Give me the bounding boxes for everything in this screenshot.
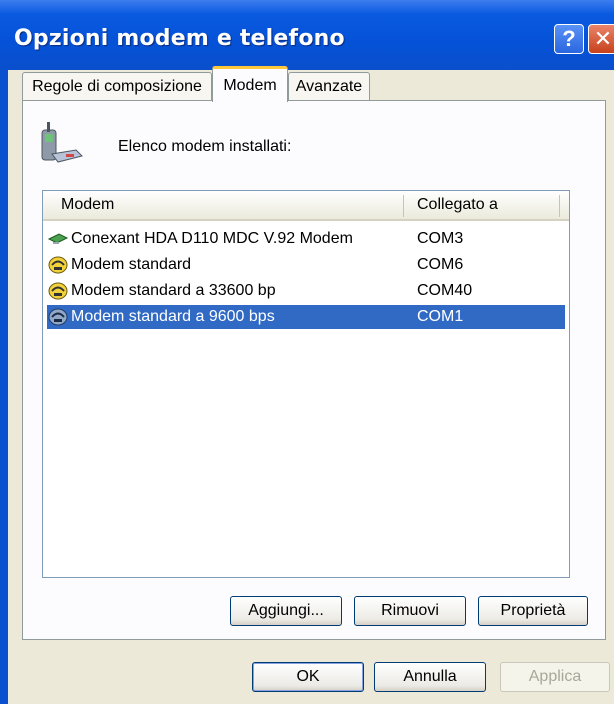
add-button[interactable]: Aggiungi... — [230, 596, 342, 626]
modem-name: Modem standard a 33600 bp — [71, 282, 276, 299]
column-header-modem[interactable]: Modem — [61, 191, 114, 219]
properties-button[interactable]: Proprietà — [478, 596, 588, 626]
installed-modems-label: Elenco modem installati: — [118, 138, 292, 155]
modem-icon — [48, 282, 68, 300]
modem-name: Conexant HDA D110 MDC V.92 Modem — [71, 230, 353, 247]
column-separator[interactable] — [559, 195, 560, 217]
apply-button: Applica — [500, 662, 610, 692]
list-item[interactable]: Conexant HDA D110 MDC V.92 Modem COM3 — [47, 227, 565, 251]
phone-modem-icon — [41, 122, 83, 163]
modem-name: Modem standard — [71, 256, 192, 273]
help-button[interactable]: ? — [554, 24, 584, 54]
list-item-selected[interactable]: Modem standard a 9600 bps COM1 — [47, 305, 565, 329]
modem-port: COM3 — [417, 230, 464, 247]
pci-modem-icon — [47, 233, 69, 244]
cancel-button[interactable]: Annulla — [374, 662, 486, 692]
window-title: Opzioni modem e telefono — [14, 26, 345, 51]
list-item[interactable]: Modem standard a 33600 bp COM40 — [47, 279, 565, 303]
tab-modem[interactable]: Modem — [212, 66, 288, 102]
modem-icon — [48, 308, 68, 326]
list-header: Modem Collegato a — [43, 191, 569, 221]
title-bar[interactable]: Opzioni modem e telefono ? ✕ — [0, 0, 614, 70]
list-item[interactable]: Modem standard COM6 — [47, 253, 565, 277]
window-border — [0, 70, 8, 704]
ok-button[interactable]: OK — [252, 662, 364, 692]
column-separator[interactable] — [403, 195, 404, 217]
modem-port: COM1 — [417, 308, 464, 325]
close-button[interactable]: ✕ — [588, 24, 614, 54]
remove-button[interactable]: Rimuovi — [354, 596, 466, 626]
tab-dialing-rules[interactable]: Regole di composizione — [22, 72, 212, 100]
column-header-port[interactable]: Collegato a — [417, 191, 498, 219]
tab-advanced[interactable]: Avanzate — [288, 72, 370, 100]
modem-port: COM6 — [417, 256, 464, 273]
modem-icon — [48, 256, 68, 274]
modem-list[interactable]: Modem Collegato a Conexant HDA D110 MDC … — [42, 190, 570, 578]
modem-name: Modem standard a 9600 bps — [71, 308, 275, 325]
modem-port: COM40 — [417, 282, 473, 299]
